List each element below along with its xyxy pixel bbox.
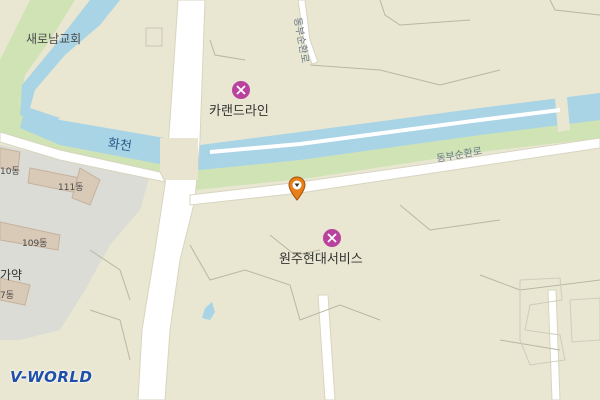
poi-icon-wonju[interactable] bbox=[323, 229, 341, 247]
building-label-110: 10동 bbox=[0, 167, 20, 177]
road-east bbox=[547, 289, 561, 400]
building-outline-top bbox=[145, 27, 163, 47]
map-view[interactable]: 새로남교회 화천 카랜드라인 원주현대서비스 동부순환로 동부순환로 111동 … bbox=[0, 0, 600, 400]
building-outlines-east bbox=[519, 277, 600, 366]
poi-label-caran[interactable]: 카랜드라인 bbox=[209, 100, 269, 119]
area-label-gaya: 가약 bbox=[0, 268, 23, 282]
vworld-logo: V-WORLD bbox=[10, 368, 93, 386]
pond bbox=[202, 302, 215, 320]
road-south bbox=[317, 294, 336, 400]
church-label[interactable]: 새로남교회 bbox=[26, 30, 81, 47]
poi-label-wonju[interactable]: 원주현대서비스 bbox=[279, 248, 363, 267]
building-label-111: 111동 bbox=[58, 183, 84, 193]
building-label-109: 109동 bbox=[22, 239, 48, 249]
building-label-7: 7동 bbox=[0, 291, 15, 301]
location-pin-icon[interactable] bbox=[288, 176, 306, 206]
bridge-main bbox=[160, 138, 198, 180]
poi-icon-caran[interactable] bbox=[232, 81, 250, 99]
river-label: 화천 bbox=[106, 136, 133, 155]
wrench-screwdriver-icon bbox=[327, 233, 337, 243]
wrench-screwdriver-icon bbox=[236, 85, 246, 95]
